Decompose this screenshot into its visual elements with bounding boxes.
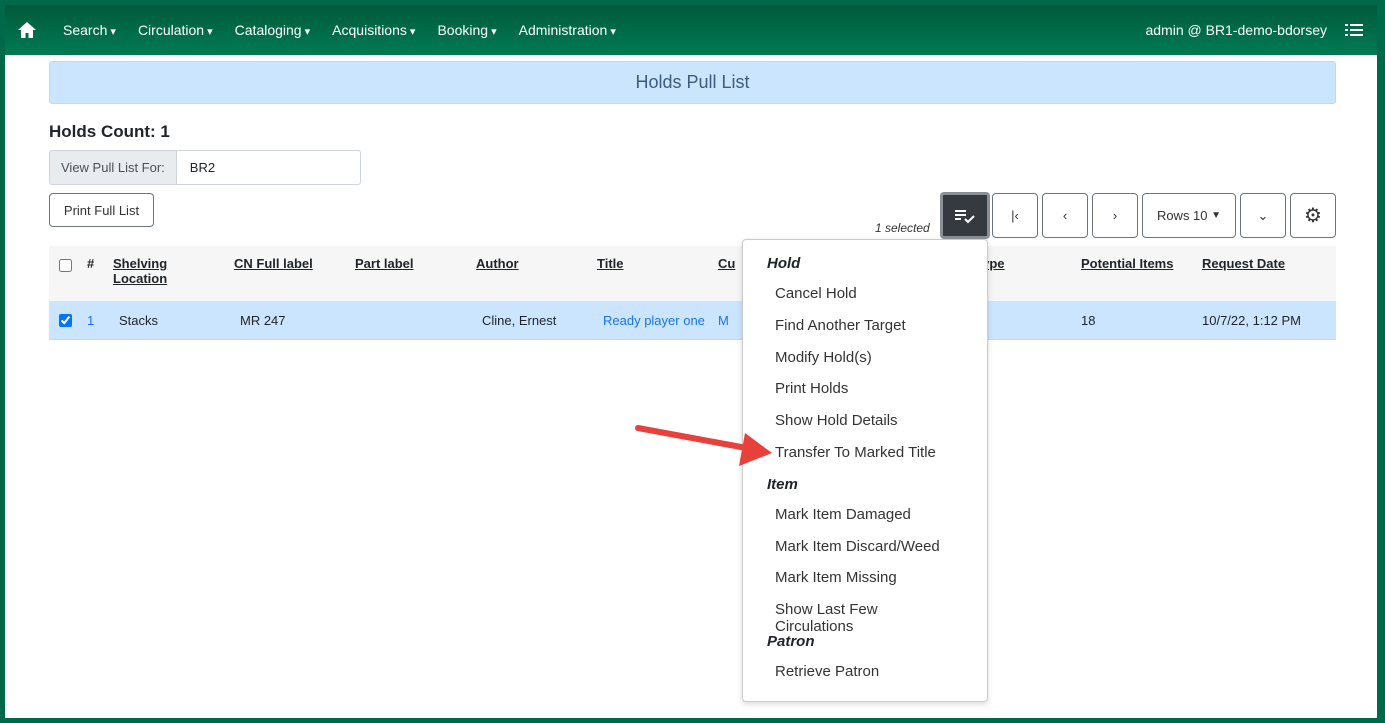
annotation-arrow-icon xyxy=(635,425,772,466)
